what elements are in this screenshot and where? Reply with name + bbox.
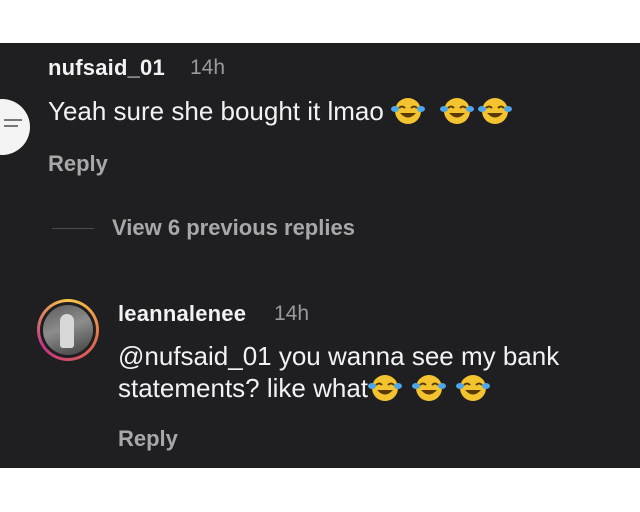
comments-panel: nufsaid_01 14h Yeah sure she bought it l… — [0, 43, 640, 468]
laughing-emoji-icon — [477, 98, 512, 125]
comment-text: @nufsaid_01 you wanna see my bank statem… — [118, 340, 559, 405]
emoji-group — [368, 373, 491, 403]
comment-username[interactable]: nufsaid_01 — [48, 55, 165, 81]
replies-divider — [52, 228, 94, 229]
comment-text-content: statements? like what — [118, 373, 369, 403]
comment-text-content: Yeah sure she bought it lmao — [48, 96, 384, 126]
comment-timestamp: 14h — [190, 56, 226, 79]
view-previous-replies-button[interactable]: View 6 previous replies — [112, 215, 355, 241]
comment-text-line-2: statements? like what — [118, 372, 559, 405]
reply-button[interactable]: Reply — [118, 426, 178, 452]
laughing-emoji-icon — [440, 98, 475, 125]
comment-text: Yeah sure she bought it lmao — [48, 95, 512, 128]
laughing-emoji-icon — [368, 375, 403, 402]
avatar-scribble — [4, 119, 22, 121]
comment-timestamp: 14h — [274, 302, 310, 325]
avatar-nufsaid[interactable] — [0, 99, 30, 155]
avatar-figure — [60, 314, 74, 348]
story-ring[interactable] — [37, 299, 99, 361]
comment-text-line: @nufsaid_01 you wanna see my bank — [118, 341, 560, 371]
avatar-ring-gap — [40, 302, 96, 358]
comment-username[interactable]: leannalenee — [118, 301, 246, 327]
avatar-scribble — [4, 125, 18, 127]
laughing-emoji-icon — [456, 375, 491, 402]
laughing-emoji-icon — [391, 98, 426, 125]
avatar-leannalenee[interactable] — [43, 305, 93, 355]
reply-button[interactable]: Reply — [48, 151, 108, 177]
emoji-group — [391, 96, 512, 126]
laughing-emoji-icon — [412, 375, 447, 402]
